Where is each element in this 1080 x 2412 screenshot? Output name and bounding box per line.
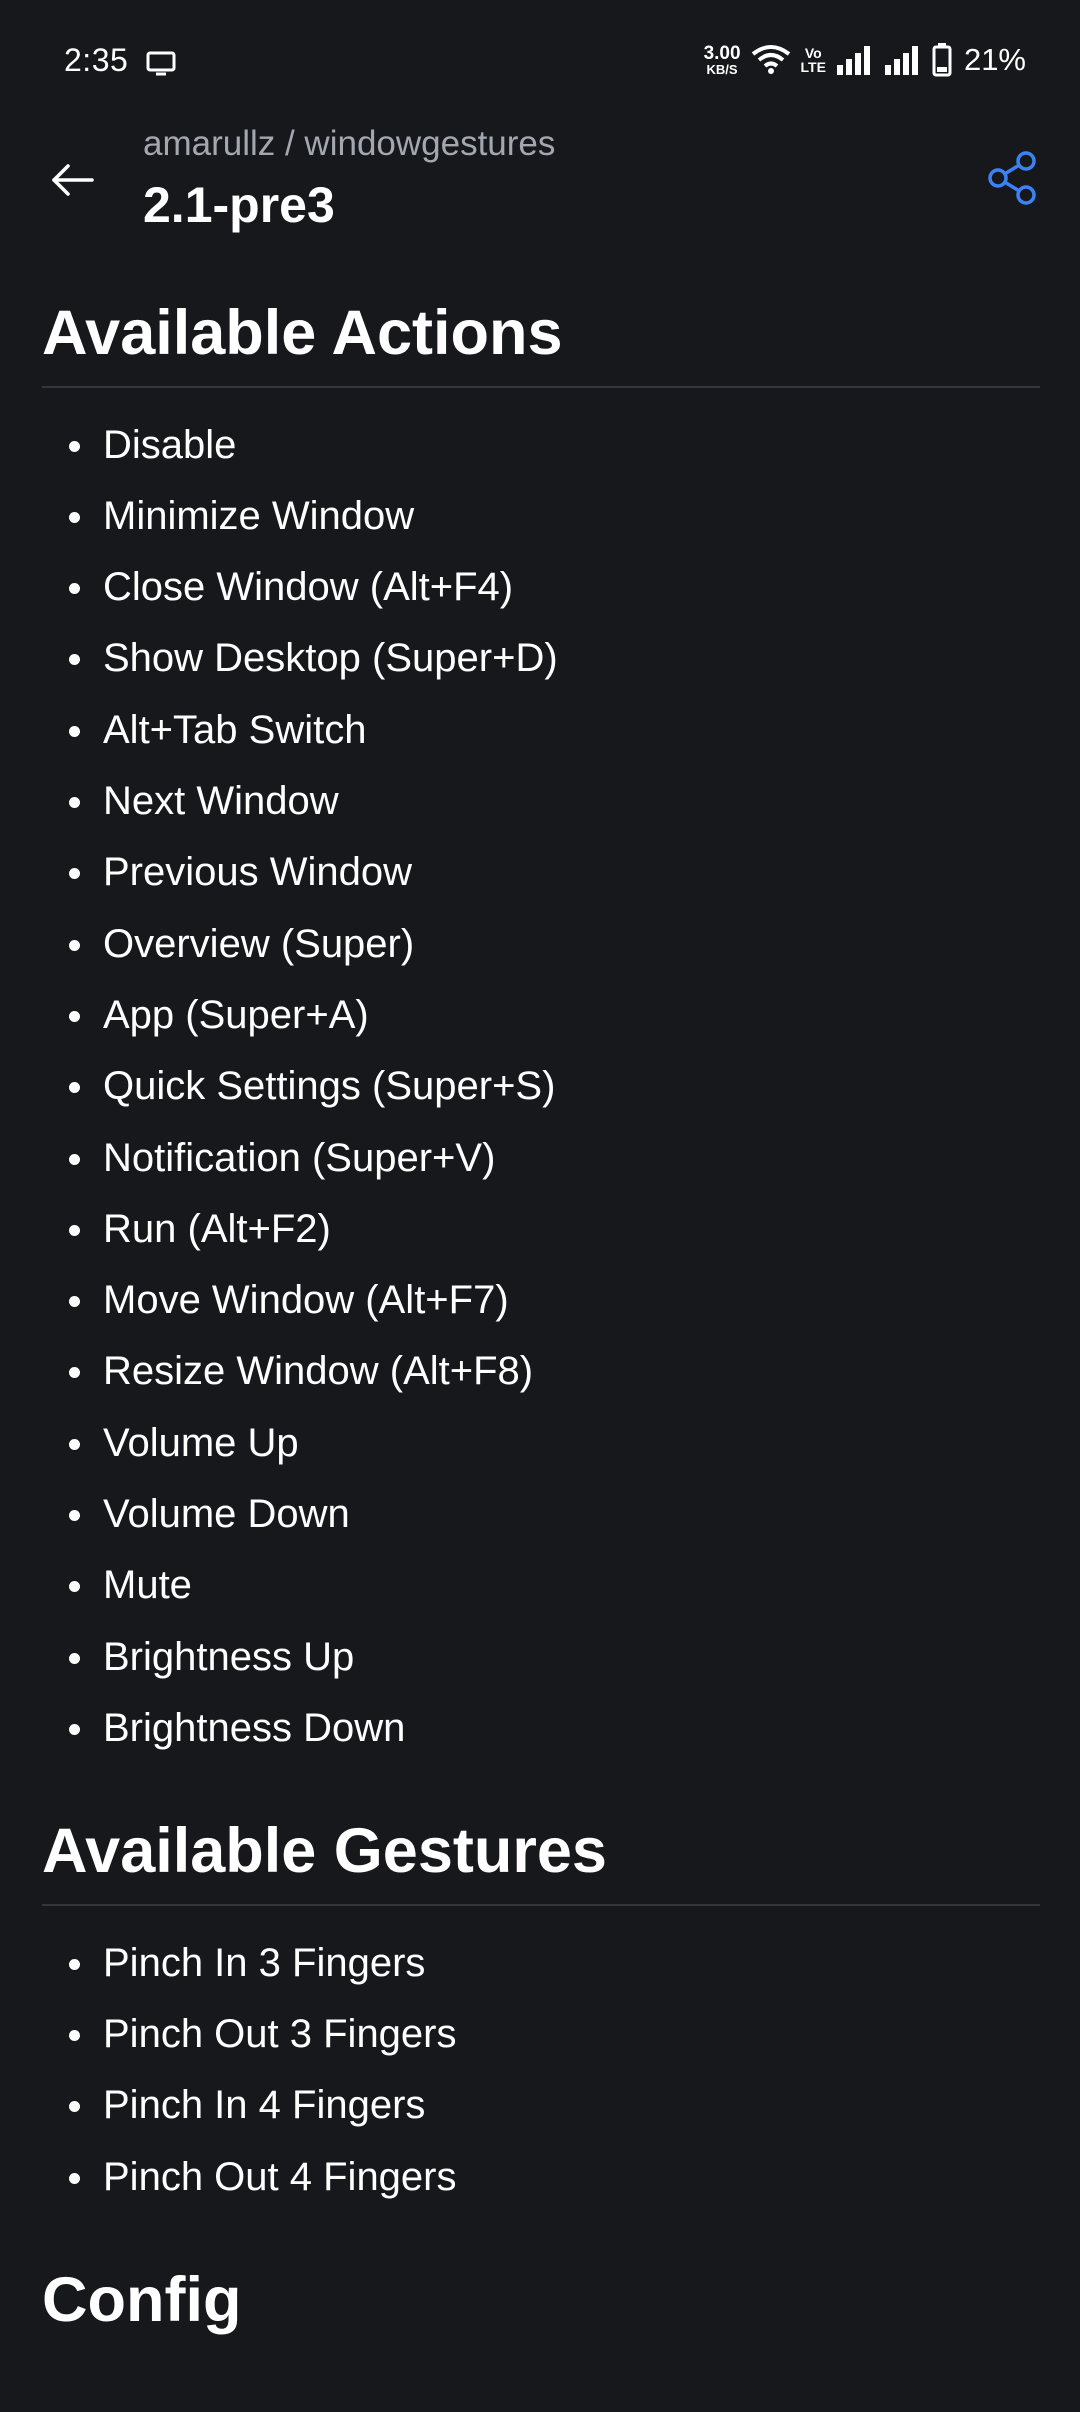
list-item: Next Window bbox=[42, 766, 1040, 837]
signal-icon bbox=[884, 46, 918, 75]
list-item: Volume Down bbox=[42, 1479, 1040, 1550]
screen-cast-icon bbox=[146, 51, 176, 76]
list-item: App (Super+A) bbox=[42, 980, 1040, 1051]
share-button[interactable] bbox=[982, 148, 1042, 208]
status-time: 2:35 bbox=[64, 42, 129, 78]
list-item: Disable bbox=[42, 410, 1040, 481]
section-heading-gestures: Available Gestures bbox=[42, 1814, 1040, 1906]
volte-indicator: Vo LTE bbox=[800, 45, 826, 75]
list-item: Mute bbox=[42, 1550, 1040, 1621]
list-item: Quick Settings (Super+S) bbox=[42, 1051, 1040, 1122]
network-speed: 3.00 KB/S bbox=[703, 43, 741, 77]
gestures-list: Pinch In 3 Fingers Pinch Out 3 Fingers Pin… bbox=[42, 1906, 1040, 2213]
list-item: Resize Window (Alt+F8) bbox=[42, 1336, 1040, 1407]
section-heading-actions: Available Actions bbox=[42, 296, 1040, 388]
back-button[interactable] bbox=[44, 152, 100, 208]
battery-icon bbox=[932, 43, 952, 77]
share-icon bbox=[988, 151, 1036, 205]
status-bar: 2:35 3.00 KB/S Vo LTE 21% bbox=[0, 0, 1080, 124]
list-item: Brightness Down bbox=[42, 1693, 1040, 1764]
battery-percentage: 21% bbox=[963, 42, 1026, 77]
actions-list: Disable Minimize Window Close Window (Alt+… bbox=[42, 388, 1040, 1765]
list-item: Close Window (Alt+F4) bbox=[42, 552, 1040, 623]
repository-path: amarullz / windowgestures bbox=[143, 124, 556, 163]
list-item: Volume Up bbox=[42, 1408, 1040, 1479]
signal-icon bbox=[836, 46, 870, 75]
section-heading-config: Config bbox=[42, 2265, 242, 2336]
list-item: Brightness Up bbox=[42, 1622, 1040, 1693]
app-bar: amarullz / windowgestures 2.1-pre3 bbox=[0, 124, 1080, 254]
list-item: Notification (Super+V) bbox=[42, 1123, 1040, 1194]
list-item: Pinch In 3 Fingers bbox=[42, 1928, 1040, 1999]
list-item: Minimize Window bbox=[42, 481, 1040, 552]
list-item: Pinch In 4 Fingers bbox=[42, 2070, 1040, 2141]
list-item: Show Desktop (Super+D) bbox=[42, 623, 1040, 694]
list-item: Previous Window bbox=[42, 837, 1040, 908]
arrow-left-icon bbox=[52, 164, 94, 196]
wifi-icon bbox=[751, 45, 790, 74]
list-item: Pinch Out 3 Fingers bbox=[42, 1999, 1040, 2070]
release-title: 2.1-pre3 bbox=[143, 177, 335, 233]
list-item: Overview (Super) bbox=[42, 909, 1040, 980]
list-item: Run (Alt+F2) bbox=[42, 1194, 1040, 1265]
release-notes: Available Actions Disable Minimize Window… bbox=[42, 296, 1040, 2353]
list-item: Pinch Out 4 Fingers bbox=[42, 2142, 1040, 2213]
list-item: Alt+Tab Switch bbox=[42, 695, 1040, 766]
status-indicators: 3.00 KB/S Vo LTE 21% bbox=[704, 40, 1026, 80]
list-item: Move Window (Alt+F7) bbox=[42, 1265, 1040, 1336]
